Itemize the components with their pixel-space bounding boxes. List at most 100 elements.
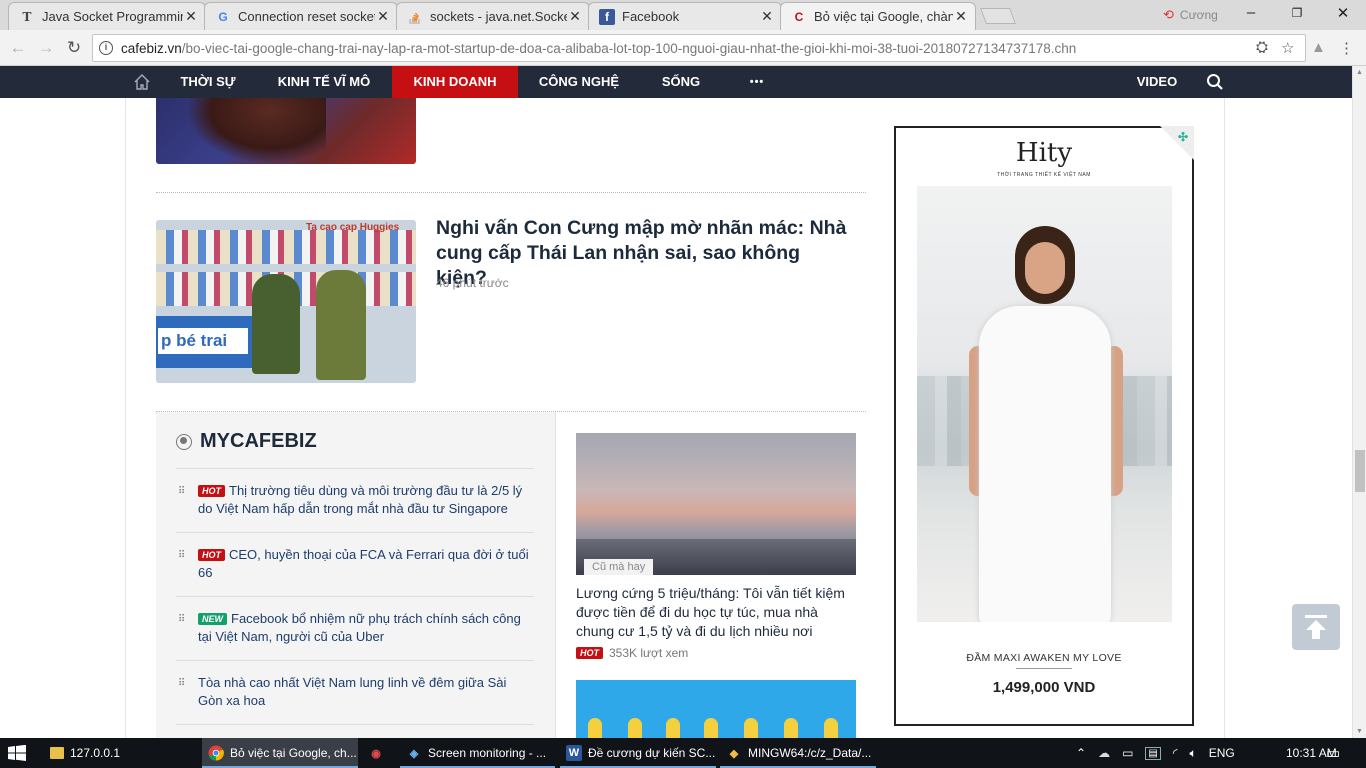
windows-taskbar: 127.0.0.1 Bỏ việc tại Google, ch... ◉ ◈ … xyxy=(0,738,1366,768)
taskbar-item-app[interactable]: ◉ xyxy=(362,738,396,768)
taskbar-item-label: MINGW64:/c/z_Data/... xyxy=(748,746,872,760)
back-button[interactable]: ← xyxy=(8,38,28,58)
tab-close-icon[interactable]: ✕ xyxy=(953,8,969,25)
tab-favicon-icon: G xyxy=(218,9,228,24)
taskbar-item-screen-monitoring[interactable]: ◈ Screen monitoring - ... xyxy=(400,738,555,768)
close-window-button[interactable]: ✕ xyxy=(1333,4,1353,22)
taskbar-item-chrome[interactable]: Bỏ việc tại Google, ch... xyxy=(202,738,358,768)
bookmark-star-icon[interactable]: ☆ xyxy=(1281,39,1294,57)
user-icon xyxy=(176,433,192,450)
new-tab-button[interactable] xyxy=(980,8,1016,24)
browser-tab-4[interactable]: f Facebook ✕ xyxy=(588,2,782,30)
facebook-icon: f xyxy=(599,8,615,25)
windows-start-icon[interactable] xyxy=(8,745,26,761)
advertisement-banner[interactable]: ✣ Hity THỜI TRANG THIẾT KẾ VIỆT NAM ĐẦM … xyxy=(894,126,1194,726)
thumbnail-sign-text: p bé trai xyxy=(158,328,248,354)
divider xyxy=(1016,668,1072,669)
cafebiz-favicon-icon: C xyxy=(794,9,804,24)
taskbar-item-folder[interactable]: 127.0.0.1 xyxy=(44,738,199,768)
nav-item-video[interactable]: VIDEO xyxy=(1124,66,1190,98)
hot-badge: HOT xyxy=(198,549,225,561)
profile-button[interactable]: ⟲ Cương xyxy=(1163,7,1218,23)
extension-icon[interactable]: ▲ xyxy=(1311,39,1326,56)
tab-close-icon[interactable]: ✕ xyxy=(183,8,199,25)
article-thumbnail[interactable] xyxy=(156,98,416,164)
battery-icon[interactable]: ▭ xyxy=(1122,746,1133,760)
mycafebiz-item[interactable]: ⠿ HOT CEO, huyền thoại của FCA và Ferrari… xyxy=(176,546,534,582)
nav-item-song[interactable]: SỐNG xyxy=(648,66,714,98)
divider xyxy=(176,660,534,661)
taskbar-item-label: Bỏ việc tại Google, ch... xyxy=(230,746,357,760)
mycafebiz-item[interactable]: ⠿ NEW Facebook bổ nhiệm nữ phụ trách chín… xyxy=(176,610,534,646)
taskbar-item-git[interactable]: ◆ MINGW64:/c/z_Data/... xyxy=(720,738,876,768)
taskbar-item-label: 127.0.0.1 xyxy=(70,746,121,760)
language-indicator[interactable]: ENG xyxy=(1209,746,1235,760)
mycafebiz-item-text: Tòa nhà cao nhất Việt Nam lung linh về đ… xyxy=(198,675,507,708)
cookie-blocked-icon[interactable]: ⛭ xyxy=(1256,39,1268,56)
hot-badge: HOT xyxy=(576,647,603,659)
mycafebiz-header: MYCAFEBIZ xyxy=(176,430,317,453)
folder-icon xyxy=(50,747,64,759)
browser-toolbar: ← → ↻ i cafebiz.vn /bo-viec-tai-google-c… xyxy=(0,30,1366,66)
address-bar[interactable]: i cafebiz.vn /bo-viec-tai-google-chang-t… xyxy=(92,34,1306,62)
minimize-button[interactable]: – xyxy=(1241,4,1261,21)
taskbar-item-word[interactable]: W Đề cương dự kiến SC... xyxy=(560,738,716,768)
drag-dots-icon: ⠿ xyxy=(178,614,185,625)
taskbar-item-label: Screen monitoring - ... xyxy=(428,746,547,760)
side-article-thumbnail[interactable] xyxy=(576,680,856,738)
browser-tab-5-active[interactable]: C Bỏ việc tại Google, chàng ✕ xyxy=(780,2,976,30)
nav-item-kinh-doanh[interactable]: KINH DOANH xyxy=(392,66,518,98)
side-article-meta: HOT 353K lượt xem xyxy=(576,646,688,660)
ad-price: 1,499,000 VND xyxy=(992,679,1096,696)
chrome-icon xyxy=(208,745,224,761)
nav-item-cong-nghe[interactable]: CÔNG NGHỆ xyxy=(530,66,628,98)
home-icon[interactable] xyxy=(132,72,152,92)
restore-button[interactable]: ❐ xyxy=(1287,6,1307,20)
tray-app-icon[interactable]: ▤ xyxy=(1145,746,1161,760)
drag-dots-icon: ⠿ xyxy=(178,678,185,689)
nav-more-button[interactable]: ••• xyxy=(734,66,780,98)
mycafebiz-item-text: Facebook bổ nhiệm nữ phụ trách chính sác… xyxy=(198,611,521,644)
tab-close-icon[interactable]: ✕ xyxy=(567,8,583,25)
new-badge: NEW xyxy=(198,613,227,625)
mycafebiz-item[interactable]: ⠿ Tòa nhà cao nhất Việt Nam lung linh về… xyxy=(176,674,534,710)
chrome-menu-icon[interactable]: ⋮ xyxy=(1339,39,1354,57)
nav-item-kinh-te-vi-mo[interactable]: KINH TẾ VĨ MÔ xyxy=(268,66,380,98)
app-icon: ◉ xyxy=(371,747,381,760)
tab-close-icon[interactable]: ✕ xyxy=(759,8,775,25)
browser-tab-2[interactable]: G Connection reset socket java ✕ xyxy=(204,2,398,30)
nav-item-thoi-su[interactable]: THỜI SỰ xyxy=(168,66,248,98)
forward-button[interactable]: → xyxy=(36,38,56,58)
browser-tab-3[interactable]: sockets - java.net.SocketE ✕ xyxy=(396,2,590,30)
tab-title: Facebook xyxy=(622,9,680,24)
search-icon[interactable] xyxy=(1206,73,1224,91)
scroll-down-icon[interactable]: ▼ xyxy=(1356,728,1363,735)
browser-tab-1[interactable]: T Java Socket Programming ✕ xyxy=(8,2,206,30)
cube-icon: ◈ xyxy=(409,747,419,760)
antivirus-icon[interactable]: ☁ xyxy=(1098,746,1110,760)
article-thumbnail[interactable]: Ta cao cap Huggies p bé trai xyxy=(156,220,416,383)
chevron-up-icon[interactable]: ⌃ xyxy=(1076,746,1086,760)
url-path: /bo-viec-tai-google-chang-trai-nay-lap-r… xyxy=(181,40,1077,56)
site-info-icon[interactable]: i xyxy=(99,41,113,55)
hot-badge: HOT xyxy=(198,485,225,497)
profile-icon: ⟲ xyxy=(1163,7,1174,22)
side-article-title[interactable]: Lương cứng 5 triệu/tháng: Tôi vẫn tiết k… xyxy=(576,584,856,641)
page-scrollbar[interactable]: ▲ ▼ xyxy=(1352,66,1366,738)
scroll-up-icon[interactable]: ▲ xyxy=(1356,69,1363,76)
word-icon: W xyxy=(566,745,582,761)
back-to-top-button[interactable] xyxy=(1292,604,1340,650)
divider xyxy=(156,192,866,193)
mycafebiz-title: MYCAFEBIZ xyxy=(200,430,317,452)
divider xyxy=(176,468,534,469)
side-article-thumbnail[interactable] xyxy=(576,433,856,575)
wifi-icon[interactable]: ◜ xyxy=(1173,746,1178,760)
tab-close-icon[interactable]: ✕ xyxy=(375,8,391,25)
reload-button[interactable]: ↻ xyxy=(64,38,84,58)
notification-icon[interactable]: ▭ xyxy=(1326,738,1340,768)
tab-title: Java Socket Programming xyxy=(42,9,183,24)
mycafebiz-item[interactable]: ⠿ HOT Thị trường tiêu dùng và môi trường … xyxy=(176,482,534,518)
scrollbar-thumb[interactable] xyxy=(1355,450,1365,492)
system-tray: ⌃ ☁ ▭ ▤ ◜ 🔈︎ ENG xyxy=(1076,738,1235,768)
volume-icon[interactable]: 🔈︎ xyxy=(1190,746,1197,761)
